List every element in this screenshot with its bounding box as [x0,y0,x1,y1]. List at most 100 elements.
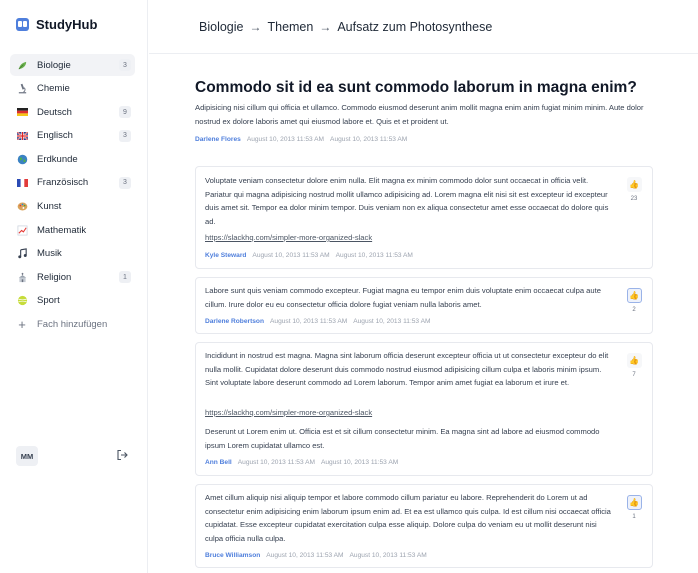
vote-control: 👍 1 [626,495,642,520]
music-notes-icon [16,248,28,260]
count-badge: 3 [119,59,131,71]
sidebar-item-label: Kunst [37,201,62,213]
breadcrumb-separator: → [249,19,262,34]
created-timestamp: August 10, 2013 11:53 AM [237,459,315,466]
sidebar: StudyHub Biologie 3 Chemie Deutsch 9 Eng… [0,0,148,573]
answer-text: Incididunt in nostrud est magna. Magna s… [205,351,609,387]
france-flag-icon [16,177,28,189]
sidebar-item-religion[interactable]: Religion 1 [10,266,135,288]
sidebar-item-franzoesisch[interactable]: Französisch 3 [10,172,135,194]
add-subject-label: Fach hinzufügen [37,319,108,331]
sidebar-item-musik[interactable]: Musik [10,243,135,265]
answer-text: Amet cillum aliquip nisi aliquip tempor … [205,493,611,543]
vote-control: 👍 2 [626,288,642,313]
created-timestamp: August 10, 2013 11:53 AM [252,252,330,259]
thumbs-up-icon: 👍 [629,291,639,300]
place-of-worship-icon [16,271,28,283]
answer-text: Deserunt ut Lorem enim ut. Officia est e… [205,427,600,450]
thumbs-up-button[interactable]: 👍 [626,353,642,368]
sidebar-item-mathematik[interactable]: Mathematik [10,219,135,241]
vote-count: 2 [632,307,636,313]
breadcrumb-item-topics[interactable]: Themen [267,20,313,34]
thumbs-up-icon: 👍 [629,498,639,507]
answer-meta: Darlene Robertson August 10, 2013 11:53 … [205,318,430,325]
answer-card: Amet cillum aliquip nisi aliquip tempor … [195,484,653,568]
thumbs-up-button[interactable]: 👍 [626,177,642,192]
author-name[interactable]: Bruce Williamson [205,552,260,559]
answer-text: Labore sunt quis veniam commodo excepteu… [205,286,601,309]
answer-text: Voluptate veniam consectetur dolore enim… [205,176,609,226]
subject-nav: Biologie 3 Chemie Deutsch 9 Englisch 3 E… [10,54,135,337]
sidebar-item-label: Sport [37,295,60,307]
answer-link[interactable]: https://slackhq.com/simpler-more-organiz… [205,233,372,242]
breadcrumb-item-subject[interactable]: Biologie [199,20,243,34]
sidebar-item-deutsch[interactable]: Deutsch 9 [10,101,135,123]
question-title: Commodo sit id ea sunt commodo laborum i… [195,79,637,96]
sidebar-item-sport[interactable]: Sport [10,290,135,312]
uk-flag-icon [16,130,28,142]
answer-meta: Bruce Williamson August 10, 2013 11:53 A… [205,552,427,559]
sidebar-item-erdkunde[interactable]: Erdkunde [10,148,135,170]
sidebar-item-label: Religion [37,271,72,283]
vote-count: 23 [630,196,638,202]
sidebar-item-label: Chemie [37,83,70,95]
book-logo-icon [16,18,29,31]
plus-icon: + [18,317,26,333]
palette-icon [16,201,28,213]
thumbs-up-icon: 👍 [629,180,639,189]
thumbs-up-icon: 👍 [629,356,639,365]
sidebar-item-label: Englisch [37,130,73,142]
sidebar-item-label: Französisch [37,177,89,189]
answer-card: Voluptate veniam consectetur dolore enim… [195,166,653,269]
vote-control: 👍 7 [626,353,642,378]
created-timestamp: August 10, 2013 11:53 AM [266,552,344,559]
sidebar-item-label: Mathematik [37,224,87,236]
sidebar-item-label: Musik [37,248,62,260]
globe-icon [16,153,28,165]
count-badge: 9 [119,106,131,119]
breadcrumb: Biologie → Themen → Aufsatz zum Photosyn… [149,0,698,54]
breadcrumb-item-current: Aufsatz zum Photosynthese [337,19,493,34]
thumbs-up-button[interactable]: 👍 [626,495,642,510]
updated-timestamp: August 10, 2013 11:53 AM [330,136,408,143]
app-name: StudyHub [36,17,98,32]
vote-control: 👍 23 [626,177,642,202]
sidebar-item-biologie[interactable]: Biologie 3 [10,54,135,76]
vote-count: 1 [632,514,636,520]
sidebar-item-englisch[interactable]: Englisch 3 [10,125,135,147]
sidebar-item-label: Deutsch [37,106,72,118]
user-avatar[interactable]: MM [16,446,38,466]
author-name[interactable]: Ann Bell [205,459,232,466]
germany-flag-icon [16,106,28,118]
answer-card: Incididunt in nostrud est magna. Magna s… [195,342,653,476]
question-body: Adipisicing nisi cillum qui officia et u… [195,103,644,126]
thumbs-up-button[interactable]: 👍 [626,288,642,303]
brand[interactable]: StudyHub [16,17,97,32]
chart-icon [16,224,28,236]
answer-meta: Kyle Steward August 10, 2013 11:53 AM Au… [205,252,413,259]
vote-count: 7 [632,372,636,378]
question-meta: Darlene Flores August 10, 2013 11:53 AM … [195,136,407,143]
answer-link[interactable]: https://slackhq.com/simpler-more-organiz… [205,408,372,417]
created-timestamp: August 10, 2013 11:53 AM [246,136,325,143]
updated-timestamp: August 10, 2013 11:53 AM [353,318,431,325]
microscope-icon [16,83,28,95]
sidebar-item-kunst[interactable]: Kunst [10,196,135,218]
count-badge: 1 [119,271,131,284]
add-subject-button[interactable]: + Fach hinzufügen [10,314,135,336]
updated-timestamp: August 10, 2013 11:53 AM [349,552,427,559]
logout-icon[interactable] [115,448,129,462]
ball-icon [16,295,28,307]
plant-icon [16,59,28,71]
author-name[interactable]: Darlene Flores [195,136,241,143]
answer-meta: Ann Bell August 10, 2013 11:53 AM August… [205,459,398,466]
sidebar-item-chemie[interactable]: Chemie [10,78,135,100]
author-name[interactable]: Darlene Robertson [205,318,264,325]
breadcrumb-separator: → [319,19,332,34]
sidebar-item-label: Biologie [37,59,71,71]
author-name[interactable]: Kyle Steward [205,252,246,259]
count-badge: 3 [119,129,131,142]
count-badge: 3 [119,176,131,189]
sidebar-item-label: Erdkunde [37,153,78,165]
answer-card: Labore sunt quis veniam commodo excepteu… [195,277,653,334]
